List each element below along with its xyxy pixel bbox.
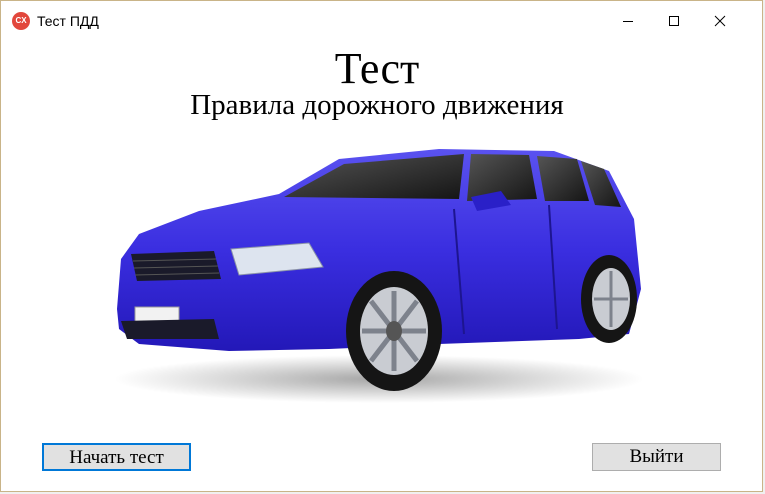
maximize-button[interactable] — [651, 1, 697, 41]
exit-button[interactable]: Выйти — [592, 443, 721, 471]
start-test-button[interactable]: Начать тест — [42, 443, 191, 471]
close-icon — [714, 15, 726, 27]
close-button[interactable] — [697, 1, 743, 41]
minimize-icon — [623, 21, 633, 22]
window-title: Тест ПДД — [37, 13, 99, 29]
page-title: Тест — [334, 44, 420, 93]
maximize-icon — [669, 16, 679, 26]
minimize-button[interactable] — [605, 1, 651, 41]
car-image — [114, 149, 644, 403]
app-logo-icon: CX — [12, 12, 30, 30]
title-bar[interactable]: CX Тест ПДД — [1, 1, 762, 41]
app-window: CX Тест ПДД Тест Правила дорожного движе… — [0, 0, 763, 492]
page-subtitle: Правила дорожного движения — [190, 89, 564, 121]
